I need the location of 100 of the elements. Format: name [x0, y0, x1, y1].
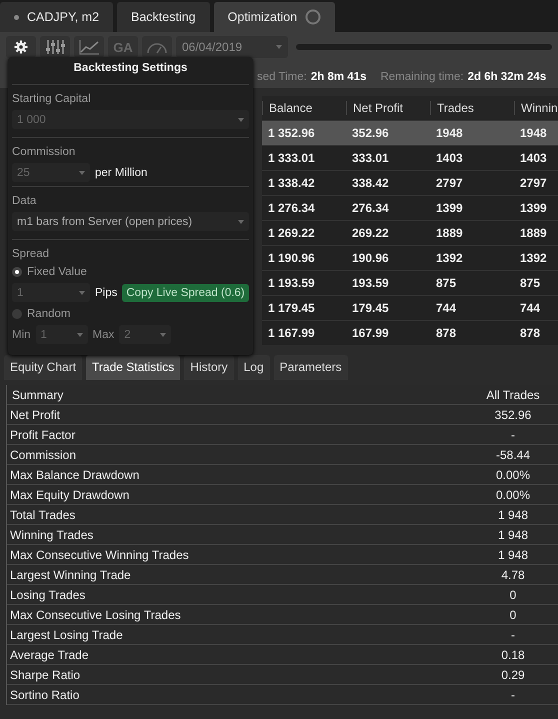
copy-spread-button[interactable]: Copy Live Spread (0.6) — [122, 284, 249, 302]
table-cell-text: Max Consecutive Losing Trades — [9, 608, 182, 622]
result-row[interactable]: 1 190.96 190.96 1392 1392 — [262, 245, 558, 270]
caret-icon — [276, 45, 282, 49]
table-cell-text: 878 — [435, 326, 458, 340]
table-cell-text: Max Balance Drawdown — [9, 468, 140, 482]
caret-icon — [76, 332, 83, 336]
table-cell-text: Largest Winning Trade — [9, 568, 132, 582]
gear-icon — [14, 40, 28, 54]
field-label: Starting Capital — [12, 93, 92, 105]
time-label: Remaining time: — [380, 71, 464, 83]
table-cell-text: 1 948 — [496, 528, 530, 542]
field-label: Data — [12, 195, 38, 207]
result-row[interactable]: 1 333.01 333.01 1403 1403 — [262, 145, 558, 170]
table-cell-text: 1 190.96 — [267, 251, 316, 265]
result-row[interactable]: 1 276.34 276.34 1399 1399 — [262, 195, 558, 220]
caret-icon — [238, 220, 244, 224]
table-cell-text: 1889 — [435, 226, 464, 240]
table-cell-text: Losing Trades — [9, 588, 86, 602]
gauge-button[interactable] — [142, 36, 172, 58]
table-cell-text: 1 352.96 — [267, 126, 316, 140]
popup-title: Backtesting Settings — [72, 61, 188, 76]
table-cell-text: 744 — [519, 301, 542, 315]
table-cell-text: - — [510, 428, 516, 442]
table-cell-text: 0.29 — [500, 668, 526, 682]
table-cell-text: Largest Losing Trade — [9, 628, 124, 642]
column-header[interactable]: Balance — [262, 101, 346, 115]
tab[interactable]: Parameters — [274, 355, 348, 380]
result-row[interactable]: 1 179.45 179.45 744 744 — [262, 295, 558, 320]
table-cell-text: Sharpe Ratio — [9, 668, 82, 682]
table-cell-text: 0.18 — [500, 648, 526, 662]
field-label: Min — [12, 328, 31, 340]
table-cell-text: Max Consecutive Winning Trades — [9, 548, 190, 562]
table-cell-text: 1399 — [519, 201, 548, 215]
table-cell-text: 744 — [435, 301, 458, 315]
tab[interactable]: Backtesting — [117, 2, 210, 32]
radio-label: Fixed Value — [27, 266, 87, 278]
result-row[interactable]: 1 352.96 352.96 1948 1948 — [262, 120, 558, 145]
table-cell-text: 1392 — [435, 251, 464, 265]
caret-icon — [79, 170, 85, 174]
table-cell-text: 1948 — [519, 126, 548, 140]
settings-button[interactable] — [6, 36, 36, 58]
table-cell-text: 0 — [508, 588, 518, 602]
table-cell-text: 4.78 — [500, 568, 526, 582]
table-cell-text: Max Equity Drawdown — [9, 488, 130, 502]
tab[interactable]: Trade Statistics — [86, 355, 180, 380]
table-cell-text: 179.45 — [351, 301, 390, 315]
result-row[interactable]: 1 193.59 193.59 875 875 — [262, 270, 558, 295]
table-cell-text: Sortino Ratio — [9, 688, 80, 702]
table-cell-text: 1399 — [435, 201, 464, 215]
spinner-icon — [305, 9, 322, 25]
table-cell-text: 1 179.45 — [267, 301, 316, 315]
table-cell-text: 1392 — [519, 251, 548, 265]
result-row[interactable]: 1 269.22 269.22 1889 1889 — [262, 220, 558, 245]
time-value: 2d 6h 32m 24s — [468, 71, 546, 83]
table-cell-text: 269.22 — [351, 226, 390, 240]
table-cell-text: 193.59 — [351, 276, 390, 290]
field-label: Commission — [12, 146, 76, 158]
table-cell-text: 333.01 — [351, 151, 390, 165]
radio-button[interactable] — [12, 267, 22, 277]
column-header[interactable]: Trades — [430, 101, 514, 115]
sliders-button[interactable] — [40, 36, 70, 58]
time-value: 2h 8m 41s — [310, 71, 366, 83]
table-cell-text: 352.96 — [351, 126, 390, 140]
table-cell-text: 1 948 — [496, 508, 530, 522]
tab[interactable]: CADJPY, m2 — [0, 2, 114, 32]
time-label: sed Time: — [257, 71, 307, 83]
table-cell-text: 878 — [519, 326, 542, 340]
table-cell-text: - — [510, 688, 516, 702]
field-label: Spread — [12, 248, 50, 260]
unit-label: per Million — [95, 166, 148, 178]
table-cell-text: 0.00% — [494, 488, 532, 502]
tab[interactable]: Equity Chart — [4, 355, 82, 380]
table-cell-text: Winning Trades — [9, 528, 94, 542]
table-cell-text: 1 193.59 — [267, 276, 316, 290]
result-row[interactable]: 1 338.42 338.42 2797 2797 — [262, 170, 558, 195]
sliders-icon — [44, 39, 66, 55]
tab[interactable]: History — [184, 355, 234, 380]
table-cell-text: 1 338.42 — [267, 176, 316, 190]
result-row[interactable]: 1 167.99 167.99 878 878 — [262, 320, 558, 345]
chart-button[interactable] — [74, 36, 104, 58]
table-cell-text: Average Trade — [9, 648, 90, 662]
column-header[interactable]: Net Profit — [346, 101, 430, 115]
date-dropdown[interactable]: 06/04/2019 — [176, 36, 288, 58]
table-cell-text: 875 — [519, 276, 542, 290]
table-cell-text: 1889 — [519, 226, 548, 240]
caret-icon — [160, 332, 166, 336]
table-cell-text: -58.44 — [494, 448, 532, 462]
table-cell-text: 1403 — [519, 151, 548, 165]
field-label: Max — [92, 328, 114, 340]
tab[interactable]: Log — [238, 355, 270, 380]
table-cell-text: 2797 — [519, 176, 548, 190]
column-header[interactable]: Winnin — [514, 101, 558, 115]
tab[interactable]: Optimization — [214, 2, 336, 32]
radio-button[interactable] — [12, 309, 22, 319]
table-cell-text: 1 948 — [496, 548, 530, 562]
table-cell-text: - — [510, 628, 516, 642]
table-cell-text: 1 269.22 — [267, 226, 316, 240]
line-chart-icon — [78, 39, 100, 55]
data-dropdown[interactable]: m1 bars from Server (open prices) — [12, 212, 249, 231]
